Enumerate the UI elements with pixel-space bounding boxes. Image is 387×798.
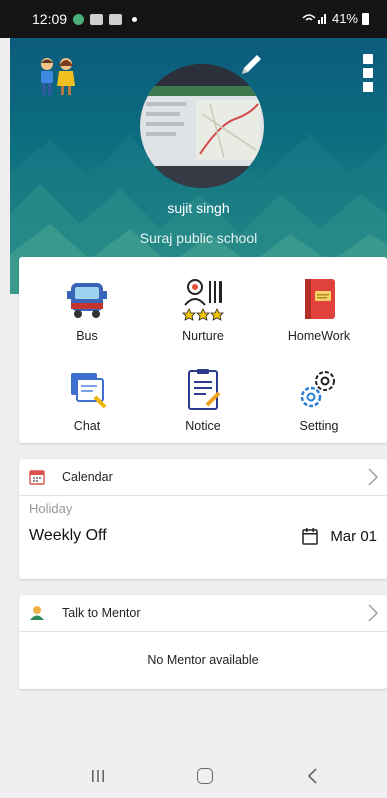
setting-icon [300, 371, 335, 408]
gallery-icon [109, 13, 123, 25]
status-left: 12:09 [32, 11, 138, 27]
chevron-right-icon[interactable] [367, 467, 379, 487]
tile-notice[interactable]: Notice [143, 359, 263, 447]
avatar[interactable] [140, 64, 264, 188]
signal-icon [302, 14, 326, 24]
more-notifications-icon [132, 16, 138, 22]
calendar-icon [29, 470, 45, 485]
user-name: sujit singh [167, 200, 230, 216]
chat-icon [71, 373, 107, 409]
tile-label: Chat [73, 419, 101, 433]
status-bar: 12:09 41% [0, 0, 387, 38]
edit-pencil-icon[interactable] [238, 52, 264, 78]
bus-icon [67, 283, 107, 318]
tile-bus[interactable]: Bus [27, 269, 147, 357]
recent-apps-icon[interactable] [90, 768, 106, 784]
mentor-empty-message: No Mentor available [147, 653, 259, 667]
event-title: Weekly Off [29, 527, 107, 544]
homework-icon [305, 279, 335, 319]
chevron-right-icon[interactable] [367, 603, 379, 623]
status-right: 41% [302, 11, 369, 26]
menu-dot [363, 68, 373, 78]
message-icon [90, 13, 104, 25]
nurture-icon [182, 279, 224, 321]
tile-label: HomeWork [287, 329, 351, 343]
notification-icon [73, 13, 85, 25]
mentor-icon [30, 606, 44, 620]
calendar-card: Calendar Holiday Weekly Off Mar 01 [19, 459, 387, 579]
mentor-card: Talk to Mentor No Mentor available [19, 595, 387, 689]
holiday-label: Holiday [29, 501, 73, 516]
tile-chat[interactable]: Chat [27, 359, 147, 447]
date-icon [302, 528, 319, 545]
notice-icon [188, 369, 221, 410]
tile-setting[interactable]: Setting [259, 359, 379, 447]
status-time: 12:09 [32, 11, 68, 27]
back-icon[interactable] [306, 766, 320, 786]
menu-dot [363, 54, 373, 64]
mentor-title: Talk to Mentor [62, 606, 141, 620]
battery-icon [362, 12, 369, 25]
calendar-title: Calendar [62, 470, 113, 484]
tile-label: Bus [76, 329, 98, 343]
school-name: Suraj public school [139, 230, 258, 246]
avatar-photo [140, 64, 264, 188]
mentor-header[interactable]: Talk to Mentor [19, 595, 387, 632]
kids-icon[interactable] [36, 56, 78, 98]
battery-percent: 41% [331, 11, 358, 26]
system-nav-bar [0, 754, 387, 798]
event-date: Mar 01 [302, 527, 377, 545]
tile-homework[interactable]: HomeWork [259, 269, 379, 357]
tile-label: Notice [185, 419, 221, 433]
tile-label: Nurture [182, 329, 224, 343]
tile-nurture[interactable]: Nurture [143, 269, 263, 357]
home-icon[interactable] [197, 768, 213, 784]
module-grid: Bus Nurture HomeWork Chat Notice Setting [19, 257, 387, 443]
calendar-header[interactable]: Calendar [19, 459, 387, 496]
tile-label: Setting [299, 419, 339, 433]
more-menu-icon[interactable] [363, 54, 373, 94]
event-date-text: Mar 01 [330, 527, 377, 545]
profile-header: sujit singh Suraj public school [10, 38, 387, 294]
menu-dot [363, 82, 373, 92]
